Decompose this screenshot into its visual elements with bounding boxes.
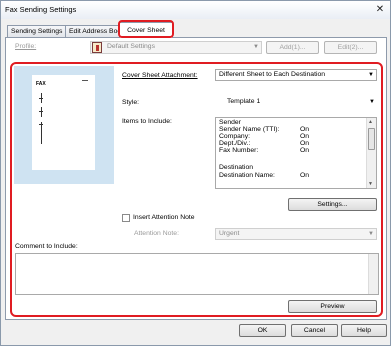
preview-fax-text: FAX: [36, 81, 46, 87]
list-item-value: On: [300, 133, 310, 140]
preview-line: [41, 107, 42, 117]
help-button[interactable]: Help: [341, 324, 387, 337]
items-to-include-list[interactable]: Sender Sender Name (TTI): On Company: On…: [215, 117, 377, 189]
profile-icon: [92, 42, 102, 53]
list-scrollbar[interactable]: ▲ ▼: [366, 118, 376, 188]
comment-scrollbar[interactable]: [368, 254, 378, 294]
items-to-include-label: Items to Include:: [122, 118, 172, 125]
list-item: Destination Name:: [219, 172, 275, 179]
close-icon[interactable]: ✕: [374, 4, 386, 16]
style-label: Style:: [122, 99, 139, 106]
chevron-down-icon: ▼: [369, 99, 375, 105]
list-item-value: On: [300, 147, 310, 154]
add-profile-button: Add(1)...: [266, 41, 319, 54]
attention-note-label: Attention Note:: [134, 230, 179, 237]
scroll-down-icon[interactable]: ▼: [368, 181, 373, 187]
cover-attachment-value: Different Sheet to Each Destination: [219, 71, 326, 78]
preview-tick: [39, 98, 43, 99]
preview-tick: [39, 124, 43, 125]
tab-sending-settings[interactable]: Sending Settings: [7, 25, 66, 37]
cancel-button[interactable]: Cancel: [291, 324, 338, 337]
list-item-value: On: [300, 140, 310, 147]
cover-attachment-label: Cover Sheet Attachment:: [122, 72, 198, 79]
chevron-down-icon: ▼: [368, 72, 374, 78]
preview-tick: [39, 111, 43, 112]
insert-attention-note-checkbox[interactable]: [122, 214, 130, 222]
fax-sending-settings-window: Fax Sending Settings ✕ Sending Settings …: [0, 0, 391, 346]
insert-attention-note-label: Insert Attention Note: [133, 214, 195, 221]
chevron-down-icon: ▼: [253, 44, 259, 50]
cover-sheet-preview: FAX: [14, 66, 114, 184]
settings-button[interactable]: Settings...: [288, 198, 377, 211]
list-item: Sender: [219, 119, 241, 126]
list-item: Fax Number:: [219, 147, 259, 154]
list-item: Company:: [219, 133, 250, 140]
list-item-value: On: [300, 172, 310, 179]
attention-note-select: Urgent ▼: [215, 228, 377, 240]
style-value: Template 1: [227, 98, 261, 105]
list-item: Sender Name (TTI):: [219, 126, 280, 133]
profile-select: Default Settings ▼: [90, 41, 262, 54]
chevron-down-icon: ▼: [368, 231, 374, 237]
window-title: Fax Sending Settings: [5, 5, 77, 14]
attention-note-value: Urgent: [219, 230, 240, 237]
cover-attachment-select[interactable]: Different Sheet to Each Destination ▼: [215, 69, 377, 81]
ok-button[interactable]: OK: [239, 324, 286, 337]
list-item: Dept./Div.:: [219, 140, 251, 147]
preview-sheet: FAX: [32, 75, 95, 170]
title-bar: Fax Sending Settings ✕: [1, 1, 390, 19]
edit-profile-button: Edit(2)...: [324, 41, 377, 54]
scroll-thumb[interactable]: [368, 128, 375, 150]
tab-edit-address-book[interactable]: Edit Address Boo: [65, 25, 120, 37]
preview-button[interactable]: Preview: [288, 300, 377, 313]
scroll-up-icon[interactable]: ▲: [368, 119, 373, 125]
list-item: Destination: [219, 164, 254, 171]
comment-textarea[interactable]: [15, 253, 379, 295]
style-select[interactable]: Template 1 ▼: [215, 97, 377, 109]
comment-label: Comment to Include:: [15, 243, 78, 250]
cover-sheet-tab-highlight: [118, 20, 174, 38]
list-item-value: On: [300, 126, 310, 133]
preview-mark: [82, 80, 88, 81]
profile-label: Profile:: [15, 43, 37, 50]
preview-line: [41, 122, 42, 144]
profile-value: Default Settings: [107, 43, 155, 50]
